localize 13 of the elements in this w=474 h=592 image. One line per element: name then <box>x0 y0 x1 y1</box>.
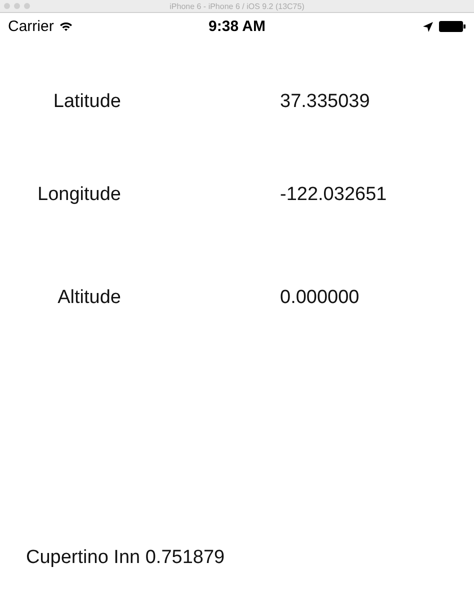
location-arrow-icon <box>423 22 433 32</box>
window-title: iPhone 6 - iPhone 6 / iOS 9.2 (13C75) <box>170 2 304 10</box>
wifi-icon <box>58 21 73 32</box>
battery-icon <box>439 21 466 32</box>
field-value: 37.335039 <box>280 91 370 113</box>
carrier-name: Carrier <box>8 18 54 35</box>
field-value: 0.000000 <box>280 287 360 309</box>
field-label: Altitude <box>56 287 121 309</box>
field-value: -122.032651 <box>280 184 387 206</box>
status-time: 9:38 AM <box>208 18 266 35</box>
field-label: Longitude <box>36 184 121 206</box>
field-label: Latitude <box>52 91 121 113</box>
place-distance: Cupertino Inn 0.751879 <box>26 547 225 569</box>
